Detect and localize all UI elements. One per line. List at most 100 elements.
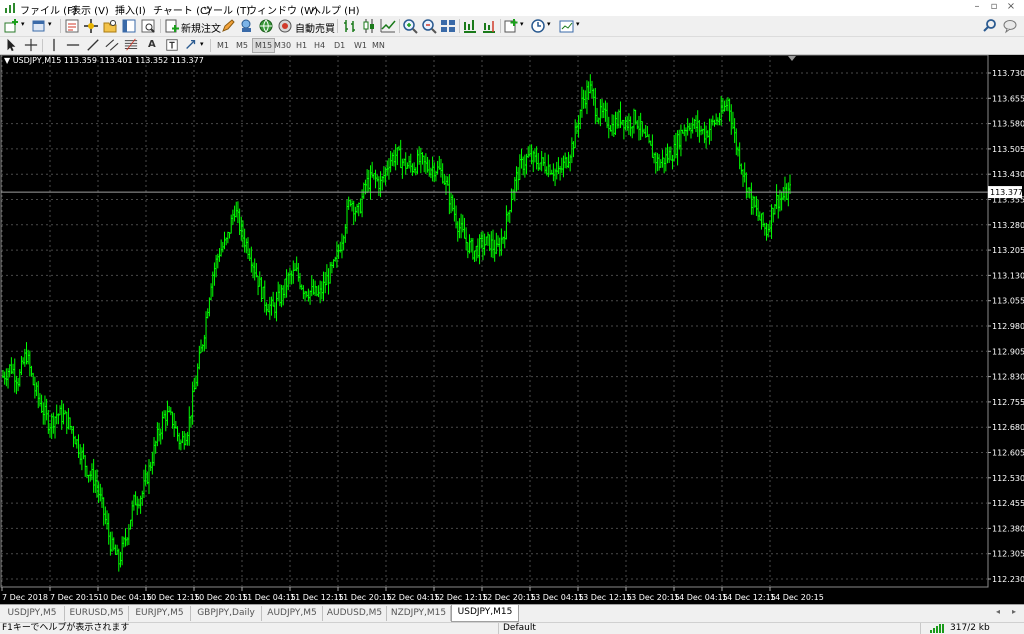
price-label: 112.455 bbox=[992, 499, 1024, 508]
zoom-out-icon[interactable] bbox=[421, 18, 437, 34]
arrows-icon[interactable] bbox=[184, 38, 198, 52]
search-icon[interactable] bbox=[982, 18, 998, 34]
time-label: 12 Dec 20:15 bbox=[482, 593, 536, 602]
new-order-label[interactable]: 新規注文 bbox=[181, 20, 221, 35]
tf-m5[interactable]: M5 bbox=[234, 39, 250, 52]
tf-m30[interactable]: M30 bbox=[272, 39, 293, 52]
menu-view[interactable]: 表示 (V) bbox=[71, 2, 109, 17]
menu-window[interactable]: ウィンドウ (W) bbox=[247, 2, 318, 17]
chart-header-arrow-icon: ▼ bbox=[4, 56, 11, 65]
chat-icon[interactable] bbox=[1002, 18, 1018, 34]
close-button[interactable]: × bbox=[1004, 1, 1018, 14]
chart-tabs: USDJPY,M5 EURUSD,M5 EURJPY,M5 GBPJPY,Dai… bbox=[0, 604, 1024, 622]
price-label: 113.430 bbox=[992, 170, 1024, 179]
tab-usdjpy-m5[interactable]: USDJPY,M5 bbox=[0, 606, 65, 621]
trendline-icon[interactable] bbox=[86, 38, 100, 52]
tab-audusd-m5[interactable]: AUDUSD,M5 bbox=[323, 606, 387, 621]
text-tool-icon[interactable]: A bbox=[148, 39, 156, 50]
price-label: 113.205 bbox=[992, 246, 1024, 255]
tab-eurjpy-m5[interactable]: EURJPY,M5 bbox=[129, 606, 191, 621]
zoom-in-icon[interactable] bbox=[402, 18, 418, 34]
price-label: 113.655 bbox=[992, 94, 1024, 103]
price-label: 113.280 bbox=[992, 221, 1024, 230]
chart-shift-marker bbox=[788, 56, 796, 61]
fibonacci-icon[interactable] bbox=[124, 38, 138, 52]
tile-windows-icon[interactable] bbox=[440, 18, 456, 34]
market-icon[interactable] bbox=[258, 18, 274, 34]
time-label: 13 Dec 04:15 bbox=[530, 593, 584, 602]
vertical-line-icon[interactable] bbox=[47, 38, 61, 52]
chart-window[interactable]: 113.730 113.655 113.580 113.505 113.430 113.3… bbox=[0, 55, 1024, 604]
app-icon bbox=[5, 3, 15, 13]
metaeditor-icon[interactable] bbox=[220, 18, 236, 34]
indicators-dropdown-icon[interactable]: ▾ bbox=[520, 20, 524, 28]
arrows-dropdown-icon[interactable]: ▾ bbox=[200, 40, 204, 48]
tab-scroll-right-icon[interactable]: ▸ bbox=[1012, 607, 1016, 616]
restore-button[interactable]: ▫ bbox=[987, 1, 1001, 14]
tab-gbpjpy-daily[interactable]: GBPJPY,Daily bbox=[191, 606, 262, 621]
periods-clock-icon[interactable] bbox=[530, 18, 546, 34]
price-label: 113.505 bbox=[992, 145, 1024, 154]
autotrading-label[interactable]: 自動売買 bbox=[295, 20, 335, 35]
tab-usdjpy-m15[interactable]: USDJPY,M15 bbox=[451, 605, 519, 622]
horizontal-line-icon[interactable] bbox=[66, 38, 80, 52]
tab-nzdjpy-m15[interactable]: NZDJPY,M15 bbox=[387, 606, 451, 621]
price-label: 113.730 bbox=[992, 69, 1024, 78]
menu-tools[interactable]: ツール (T) bbox=[203, 2, 250, 17]
new-chart-icon[interactable] bbox=[4, 18, 20, 34]
profiles-dropdown-icon[interactable]: ▾ bbox=[48, 20, 52, 28]
data-window-icon[interactable] bbox=[83, 18, 99, 34]
time-label: 13 Dec 12:15 bbox=[578, 593, 632, 602]
menu-insert[interactable]: 挿入(I) bbox=[115, 2, 146, 17]
time-label: 11 Dec 04:15 bbox=[242, 593, 296, 602]
time-label: 11 Dec 12:15 bbox=[290, 593, 344, 602]
standard-toolbar: ▾ ▾ 新規注文 自動売買 ▾ ▾ ▾ bbox=[0, 16, 1024, 37]
minimize-button[interactable]: – bbox=[970, 1, 984, 14]
tab-scroll-left-icon[interactable]: ◂ bbox=[996, 607, 1000, 616]
chart-header-text: USDJPY,M15 113.359 113.401 113.352 113.3… bbox=[12, 56, 204, 65]
autotrading-icon[interactable] bbox=[277, 18, 293, 34]
price-label: 112.680 bbox=[992, 423, 1024, 432]
bar-chart-icon[interactable] bbox=[342, 18, 358, 34]
time-label: 13 Dec 20:15 bbox=[626, 593, 680, 602]
tf-h4[interactable]: H4 bbox=[312, 39, 327, 52]
strategy-tester-icon[interactable] bbox=[140, 18, 156, 34]
new-order-icon[interactable] bbox=[164, 18, 180, 34]
time-label: 7 Dec 20:15 bbox=[50, 593, 99, 602]
line-chart-icon[interactable] bbox=[380, 18, 396, 34]
text-label-icon[interactable] bbox=[165, 38, 179, 52]
time-label: 10 Dec 20:15 bbox=[194, 593, 248, 602]
status-traffic: 317/2 kb bbox=[950, 623, 990, 633]
candlestick-chart-icon[interactable] bbox=[361, 18, 377, 34]
periods-dropdown-icon[interactable]: ▾ bbox=[547, 20, 551, 28]
time-label: 14 Dec 20:15 bbox=[770, 593, 824, 602]
terminal-icon[interactable] bbox=[121, 18, 137, 34]
time-label: 14 Dec 12:15 bbox=[722, 593, 776, 602]
chart-autoscroll-icon[interactable] bbox=[462, 18, 478, 34]
indicators-icon[interactable] bbox=[503, 18, 519, 34]
price-chart[interactable]: 113.730 113.655 113.580 113.505 113.430 113.3… bbox=[0, 55, 1024, 604]
menu-help[interactable]: ヘルプ (H) bbox=[311, 2, 360, 17]
crosshair-icon[interactable] bbox=[24, 38, 38, 52]
new-chart-dropdown-icon[interactable]: ▾ bbox=[21, 20, 25, 28]
templates-icon[interactable] bbox=[559, 18, 575, 34]
chart-shift-icon[interactable] bbox=[481, 18, 497, 34]
tf-h1[interactable]: H1 bbox=[294, 39, 309, 52]
profiles-icon[interactable] bbox=[31, 18, 47, 34]
cursor-icon[interactable] bbox=[4, 38, 18, 52]
tf-w1[interactable]: W1 bbox=[352, 39, 369, 52]
navigator-icon[interactable] bbox=[102, 18, 118, 34]
tf-d1[interactable]: D1 bbox=[332, 39, 347, 52]
templates-dropdown-icon[interactable]: ▾ bbox=[576, 20, 580, 28]
signals-icon[interactable] bbox=[239, 18, 255, 34]
menu-file[interactable]: ファイル (F) bbox=[20, 2, 77, 17]
market-watch-icon[interactable] bbox=[64, 18, 80, 34]
price-label: 112.305 bbox=[992, 550, 1024, 559]
tf-m1[interactable]: M1 bbox=[215, 39, 231, 52]
tab-eurusd-m5[interactable]: EURUSD,M5 bbox=[65, 606, 129, 621]
status-profile: Default bbox=[503, 623, 536, 633]
tf-mn[interactable]: MN bbox=[370, 39, 387, 52]
price-label: 112.830 bbox=[992, 373, 1024, 382]
tab-audjpy-m5[interactable]: AUDJPY,M5 bbox=[262, 606, 323, 621]
equidistant-channel-icon[interactable] bbox=[105, 38, 119, 52]
